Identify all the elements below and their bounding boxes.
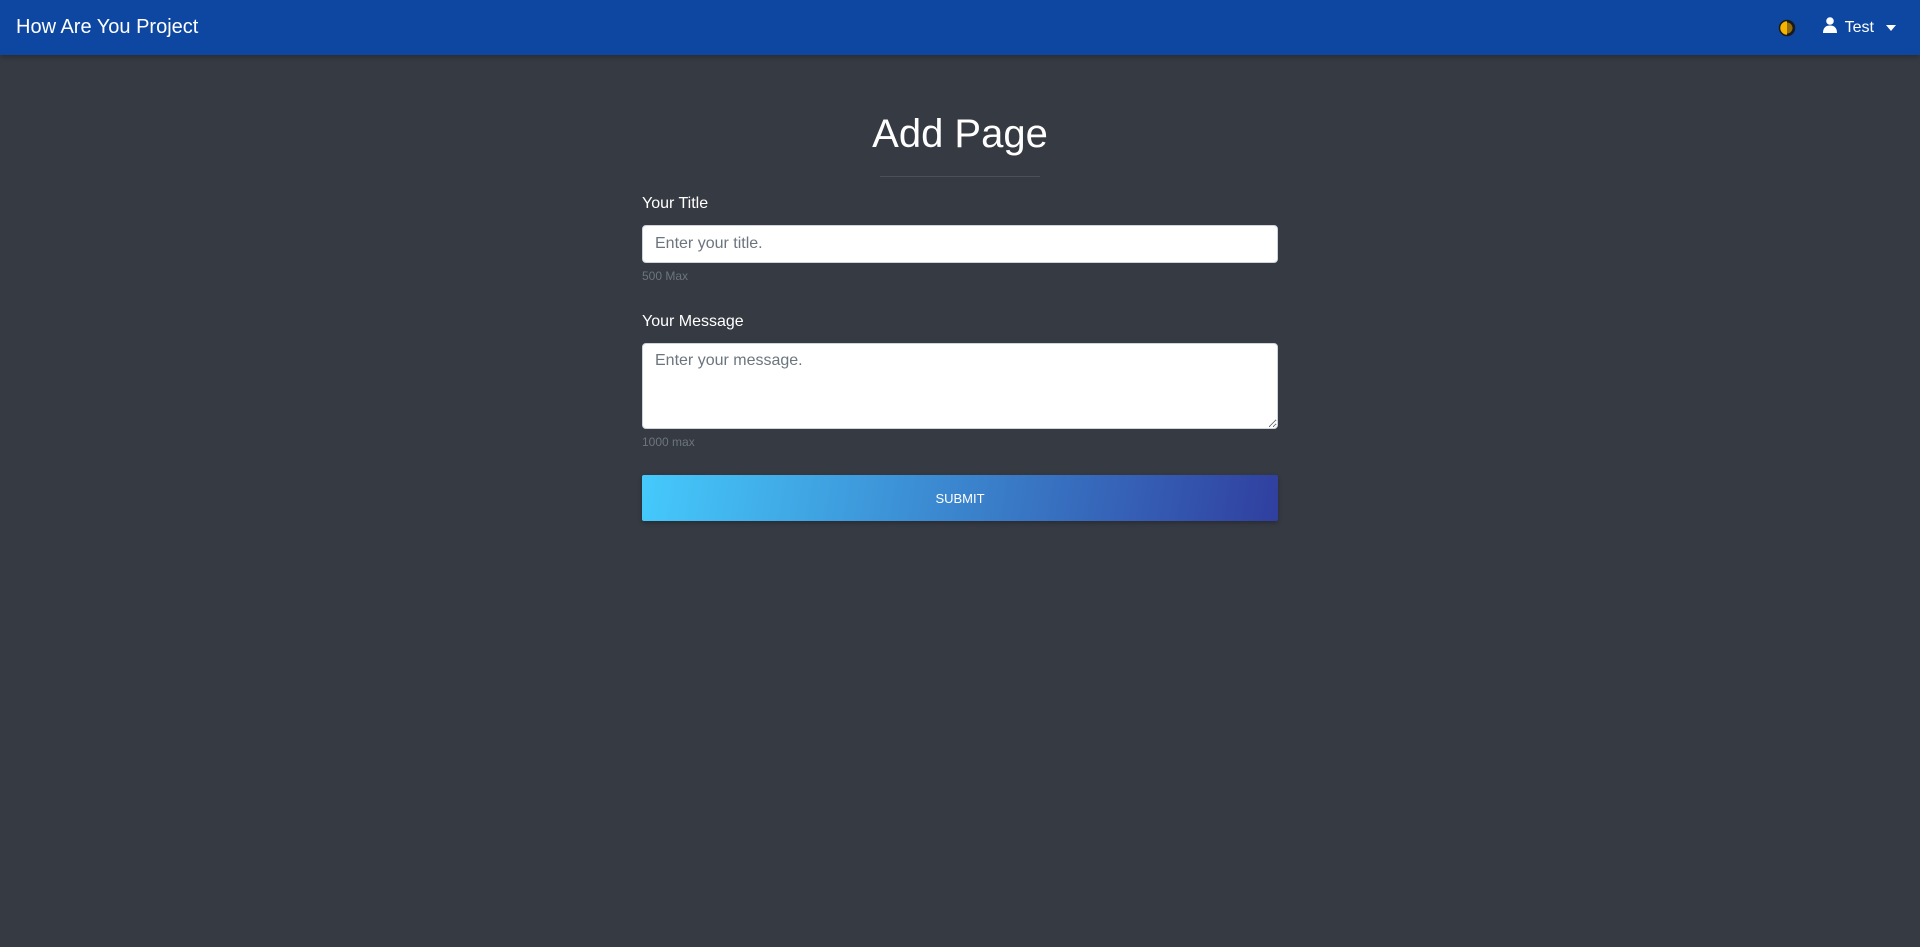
user-name: Test bbox=[1844, 18, 1874, 36]
page-title: Add Page bbox=[872, 112, 1048, 156]
user-icon bbox=[1822, 17, 1837, 38]
title-help-text: 500 Max bbox=[642, 269, 689, 283]
half-moon-theme-icon[interactable] bbox=[1777, 18, 1797, 38]
submit-button[interactable]: Submit bbox=[642, 475, 1278, 521]
title-label: Your Title bbox=[642, 195, 709, 212]
add-page-form: Add Page Your Title 500 Max Your Message… bbox=[642, 100, 1278, 521]
message-help-text: 1000 max bbox=[642, 435, 695, 449]
navbar-right-group: Test bbox=[1777, 17, 1904, 38]
user-menu-dropdown[interactable]: Test bbox=[1822, 17, 1896, 38]
message-label: Your Message bbox=[642, 313, 744, 330]
title-input[interactable] bbox=[642, 225, 1278, 263]
message-textarea[interactable] bbox=[642, 343, 1278, 429]
caret-down-icon bbox=[1886, 24, 1896, 31]
title-divider bbox=[880, 176, 1040, 177]
top-navbar: How Are You Project Test bbox=[0, 0, 1920, 55]
brand-link[interactable]: How Are You Project bbox=[16, 16, 198, 39]
